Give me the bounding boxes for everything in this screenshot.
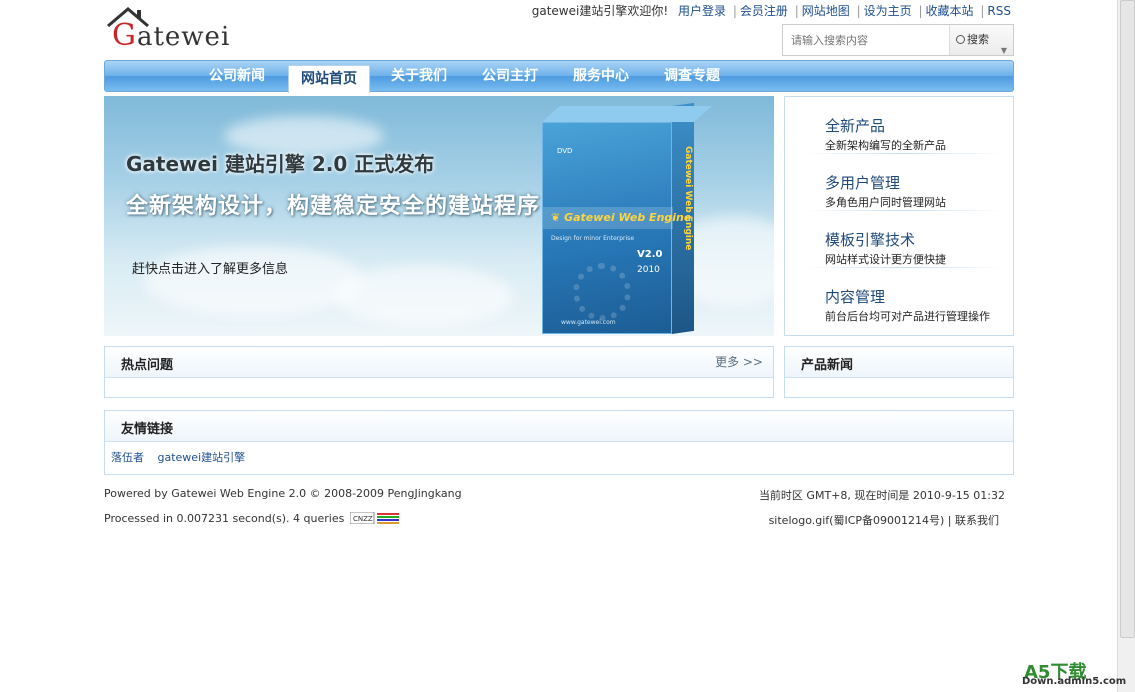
feature-desc: 前台后台均可对产品进行管理操作 <box>825 310 990 323</box>
feature-desc: 全新架构编写的全新产品 <box>825 139 946 152</box>
nav-service-center[interactable]: 服务中心 <box>561 61 641 91</box>
footer-row-2: Processed in 0.007231 second(s). 4 queri… <box>104 512 1014 528</box>
box-dvd-label: DVD <box>557 147 573 155</box>
footer-row-1: Powered by Gatewei Web Engine 2.0 © 2008… <box>104 487 1014 502</box>
friend-links-panel: 友情链接 落伍者 gatewei建站引擎 <box>104 410 1014 475</box>
butterfly-icon: ❦ <box>551 211 561 224</box>
nav-survey[interactable]: 调查专题 <box>652 61 732 91</box>
box-product-name: ❦ Gatewei Web Engine <box>551 211 692 224</box>
feature-item[interactable]: 内容管理 前台后台均可对产品进行管理操作 <box>785 268 1013 325</box>
set-homepage-link[interactable]: 设为主页 <box>864 4 912 18</box>
box-spine-text: Gatewei Web Engine <box>683 146 693 251</box>
site-logo[interactable]: Gatewei <box>104 4 254 53</box>
main-nav: 公司新闻 网站首页 关于我们 公司主打 服务中心 调查专题 <box>104 60 1014 93</box>
search-icon <box>956 35 965 44</box>
product-news-panel: 产品新闻 <box>784 346 1014 398</box>
logo-text: Gatewei <box>112 18 231 53</box>
nav-main-products[interactable]: 公司主打 <box>470 61 550 91</box>
feature-item[interactable]: 多用户管理 多角色用户同时管理网站 <box>785 154 1013 211</box>
watermark-small: Down.admin5.com <box>1022 676 1127 687</box>
svg-text:CNZZ: CNZZ <box>353 515 373 523</box>
friend-link[interactable]: gatewei建站引擎 <box>158 451 246 464</box>
feature-desc: 多角色用户同时管理网站 <box>825 196 946 209</box>
a5-watermark: A5下载 Down.admin5.com <box>1022 656 1127 692</box>
nav-home[interactable]: 网站首页 <box>288 65 370 93</box>
sitemap-link[interactable]: 网站地图 <box>802 4 850 18</box>
hot-questions-title: 热点问题 <box>121 358 174 373</box>
product-news-title: 产品新闻 <box>801 358 854 373</box>
more-link[interactable]: 更多 >> <box>715 353 763 370</box>
feature-title: 全新产品 <box>825 117 886 135</box>
friend-link[interactable]: 落伍者 <box>111 451 144 464</box>
feature-item[interactable]: 全新产品 全新架构编写的全新产品 <box>785 97 1013 154</box>
hero-banner[interactable]: Gatewei 建站引擎 2.0 正式发布 全新架构设计，构建稳定安全的建站程序… <box>104 96 774 336</box>
register-link[interactable]: 会员注册 <box>740 4 788 18</box>
feature-item[interactable]: 模板引擎技术 网站样式设计更方便快捷 <box>785 211 1013 268</box>
processed-text: Processed in 0.007231 second(s). 4 queri… <box>104 512 345 525</box>
friend-links-title: 友情链接 <box>121 422 174 437</box>
nav-about[interactable]: 关于我们 <box>379 61 459 91</box>
icp-contact-text[interactable]: sitelogo.gif(蜀ICP备09001214号) | 联系我们 <box>769 512 999 528</box>
features-panel: 全新产品 全新架构编写的全新产品 多用户管理 多角色用户同时管理网站 模板引擎技… <box>784 96 1014 336</box>
bookmark-link[interactable]: 收藏本站 <box>926 4 974 18</box>
nav-company-news[interactable]: 公司新闻 <box>197 61 277 91</box>
powered-by-text: Powered by Gatewei Web Engine 2.0 © 2008… <box>104 487 462 500</box>
login-link[interactable]: 用户登录 <box>678 4 726 18</box>
banner-headline: Gatewei 建站引擎 2.0 正式发布 <box>126 152 435 176</box>
feature-desc: 网站样式设计更方便快捷 <box>825 253 946 266</box>
cnzz-badge-icon[interactable]: CNZZ <box>349 512 400 524</box>
search-button-label: 搜索 <box>967 33 989 46</box>
box-tagline: Design for minor Enterprise <box>551 235 635 242</box>
search-box: 搜索 ▼ <box>782 24 1014 56</box>
rss-link[interactable]: RSS <box>987 4 1011 18</box>
search-input[interactable] <box>783 25 949 55</box>
banner-cta[interactable]: 赶快点击进入了解更多信息 <box>132 258 288 277</box>
box-url: www.gatewei.com <box>561 319 616 326</box>
feature-title: 模板引擎技术 <box>825 231 916 249</box>
vertical-scrollbar[interactable] <box>1117 0 1135 692</box>
server-time-text: 当前时区 GMT+8, 现在时间是 2010-9-15 01:32 <box>758 489 1005 502</box>
hot-questions-panel: 热点问题 更多 >> <box>104 346 774 398</box>
welcome-text: gatewei建站引擎欢迎你! <box>531 4 669 18</box>
scrollbar-thumb[interactable] <box>1120 0 1135 638</box>
top-links: gatewei建站引擎欢迎你! 用户登录 | 会员注册 | 网站地图 | 设为主页 |… <box>531 4 1011 18</box>
box-year: 2010 <box>637 265 660 275</box>
feature-title: 多用户管理 <box>825 174 901 192</box>
search-button[interactable]: 搜索 ▼ <box>949 25 1013 55</box>
banner-subheadline: 全新架构设计，构建稳定安全的建站程序 <box>126 194 541 219</box>
feature-title: 内容管理 <box>825 288 886 306</box>
box-version: V2.0 <box>637 249 663 260</box>
product-box-image: DVD ❦ Gatewei Web Engine Design for mino… <box>542 102 712 334</box>
